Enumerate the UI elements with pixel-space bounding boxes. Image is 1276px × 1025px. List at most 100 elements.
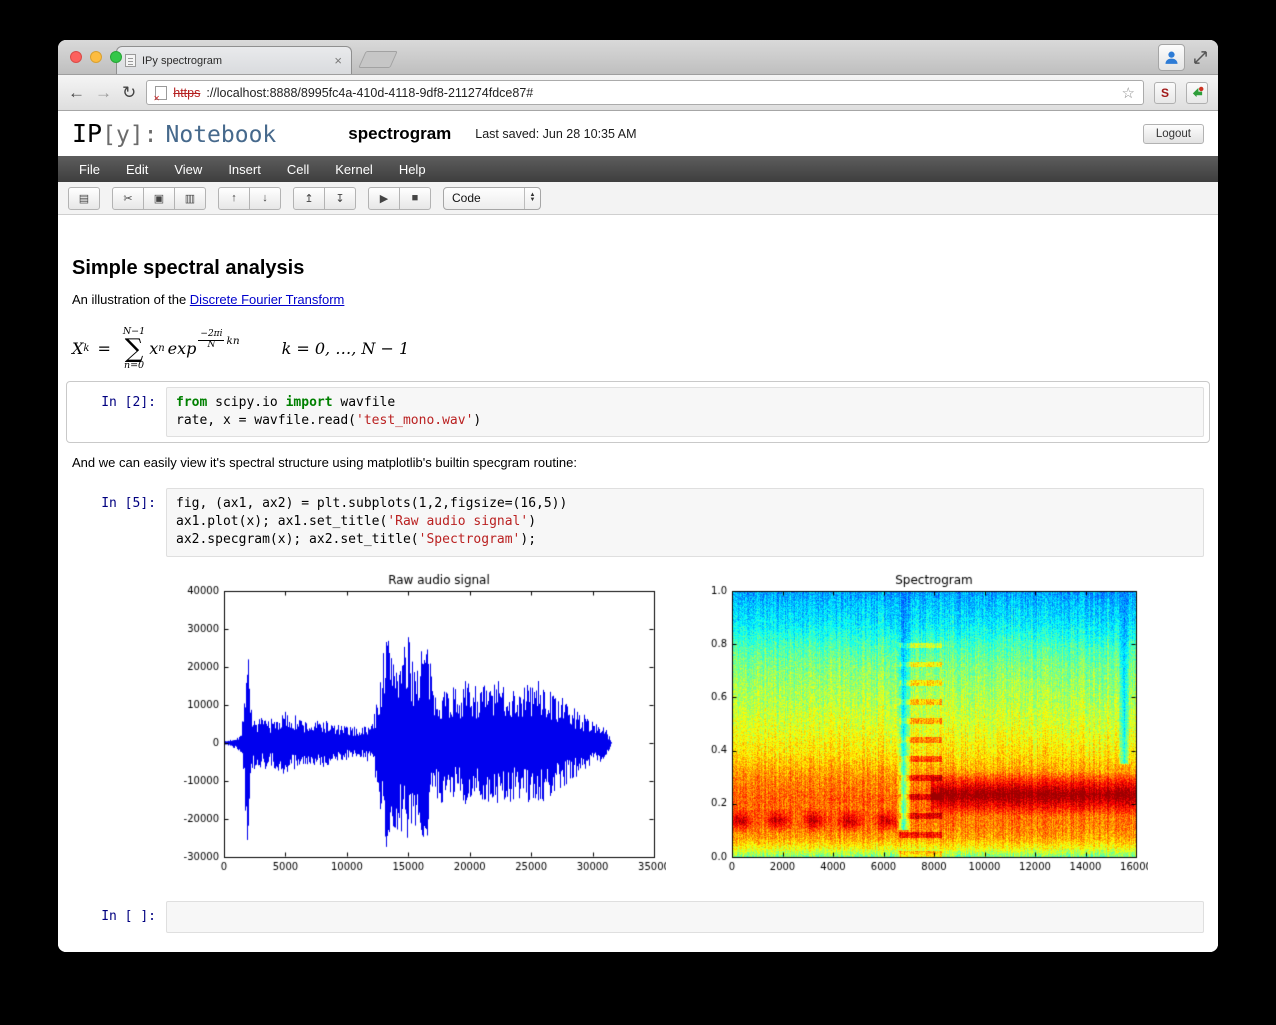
arrow-down-icon: ↓ xyxy=(262,192,268,204)
run-to-bottom-button[interactable]: ↧ xyxy=(324,186,356,210)
formula-kn: kn xyxy=(226,334,240,347)
play-icon: ▶ xyxy=(379,192,389,205)
formula-term-sub: n xyxy=(158,343,165,355)
address-bar[interactable]: https ://localhost:8888/8995fc4a-410d-411… xyxy=(146,80,1144,105)
markdown-heading: Simple spectral analysis xyxy=(72,257,305,279)
empty-code-input[interactable] xyxy=(166,900,1204,933)
bookmark-star-icon[interactable]: ☆ xyxy=(1122,84,1135,102)
formula-range: k = 0, …, N − 1 xyxy=(281,339,410,359)
new-tab-button[interactable] xyxy=(358,51,398,68)
spectrogram-figure xyxy=(696,570,1148,883)
sum-lower-limit: n=0 xyxy=(123,360,145,372)
paragraph-text: An illustration of the xyxy=(72,292,190,307)
browser-tab[interactable]: IPy spectrogram × xyxy=(116,46,352,74)
cut-icon: ✂ xyxy=(123,192,133,205)
screenshot-stage: IPy spectrogram × ← → ↻ ✕ https://local… xyxy=(0,0,1276,1025)
url-scheme: https xyxy=(173,85,201,100)
cell-type-value: Code xyxy=(452,191,481,205)
menu-view[interactable]: View xyxy=(161,162,215,177)
cell-type-select[interactable]: Code ▲ ▼ xyxy=(443,186,541,210)
fraction-denominator: N xyxy=(207,340,216,351)
ipython-logo: IP [y]: Notebook xyxy=(72,119,276,148)
favicon-icon xyxy=(125,54,136,67)
resize-icon[interactable] xyxy=(1193,50,1208,65)
browser-toolbar: ← → ↻ https ://localhost:8888/8995fc4a-41… xyxy=(58,75,1218,111)
logout-button[interactable]: Logout xyxy=(1142,123,1204,144)
input-prompt: In [ ]: xyxy=(101,908,156,924)
formula-exponent: −2πi N kn xyxy=(198,330,240,351)
traffic-lights xyxy=(70,51,122,63)
url-text: ://localhost:8888/8995fc4a-410d-4118-9df… xyxy=(206,85,534,100)
markdown-paragraph-2: And we can easily view it's spectral str… xyxy=(72,455,577,471)
formula-term: x xyxy=(149,339,159,359)
logo-notebook: Notebook xyxy=(165,122,277,148)
menu-edit[interactable]: Edit xyxy=(113,162,161,177)
zoom-button[interactable] xyxy=(110,51,122,63)
extension-s-icon[interactable]: S xyxy=(1154,81,1176,104)
menu-file[interactable]: File xyxy=(66,162,113,177)
select-arrows-icon: ▲ ▼ xyxy=(524,187,540,209)
copy-cell-button[interactable]: ▣ xyxy=(143,186,175,210)
logo-y: [y]: xyxy=(102,122,158,148)
code-input[interactable]: from scipy.io import wavfile rate, x = wa… xyxy=(166,386,1204,438)
extension-misc-icon[interactable] xyxy=(1186,81,1208,104)
input-prompt: In [2]: xyxy=(101,394,156,410)
strip-icons xyxy=(1158,44,1208,71)
notebook-title[interactable]: spectrogram xyxy=(348,124,451,144)
arrow-down-bar-icon: ↧ xyxy=(335,192,345,205)
waveform-plot xyxy=(166,570,666,883)
dft-formula: Xk = N−1 ∑ n=0 xn exp −2πi N kn k = 0, …… xyxy=(72,327,1204,371)
person-icon xyxy=(1165,51,1178,64)
code-input[interactable]: fig, (ax1, ax2) = plt.subplots(1,2,figsi… xyxy=(166,488,1204,557)
menu-help[interactable]: Help xyxy=(386,162,439,177)
insecure-page-icon xyxy=(153,85,168,103)
spectrogram-plot xyxy=(696,570,1148,883)
formula-fraction: −2πi N xyxy=(198,330,225,351)
tab-close-icon[interactable]: × xyxy=(333,54,343,67)
save-icon: ▤ xyxy=(78,192,90,205)
input-prompt: In [5]: xyxy=(101,496,156,512)
notebook-toolbar: ▤ ✂ ▣ ▥ ↑ ↓ ↥ ↧ ▶ ■ Code ▲ ▼ xyxy=(58,182,1218,215)
menu-insert[interactable]: Insert xyxy=(215,162,274,177)
formula-exp: exp xyxy=(167,339,197,359)
reload-button[interactable]: ↻ xyxy=(122,84,136,101)
save-button[interactable]: ▤ xyxy=(68,186,100,210)
paste-cell-button[interactable]: ▥ xyxy=(174,186,206,210)
sigma-icon: ∑ xyxy=(124,333,144,364)
extension-glyph-icon xyxy=(1192,86,1203,98)
paste-icon: ▥ xyxy=(184,192,196,205)
last-saved-text: Last saved: Jun 28 10:35 AM xyxy=(475,126,637,141)
profile-button[interactable] xyxy=(1158,44,1185,71)
stop-icon: ■ xyxy=(411,192,419,204)
notebook-body: Simple spectral analysis An illustration… xyxy=(58,215,1218,952)
menu-cell[interactable]: Cell xyxy=(274,162,322,177)
menu-kernel[interactable]: Kernel xyxy=(322,162,386,177)
notebook-header: IP [y]: Notebook spectrogram Last saved:… xyxy=(58,111,1218,156)
copy-icon: ▣ xyxy=(153,192,165,205)
formula-sub: k xyxy=(83,343,90,355)
run-from-top-button[interactable]: ↥ xyxy=(293,186,325,210)
tab-strip: IPy spectrogram × xyxy=(58,40,1218,75)
cut-cell-button[interactable]: ✂ xyxy=(112,186,144,210)
code-cell-empty: In [ ]: xyxy=(66,895,1210,939)
waveform-figure xyxy=(166,570,666,883)
menu-bar: File Edit View Insert Cell Kernel Help xyxy=(58,156,1218,182)
arrow-up-icon: ↑ xyxy=(231,192,237,204)
browser-window: IPy spectrogram × ← → ↻ ✕ https://local… xyxy=(58,40,1218,952)
close-button[interactable] xyxy=(70,51,82,63)
arrow-up-bar-icon: ↥ xyxy=(304,192,314,205)
minimize-button[interactable] xyxy=(90,51,102,63)
forward-button[interactable]: → xyxy=(95,84,112,101)
summation: N−1 ∑ n=0 xyxy=(123,327,145,371)
run-cell-button[interactable]: ▶ xyxy=(368,186,400,210)
interrupt-kernel-button[interactable]: ■ xyxy=(399,186,431,210)
move-cell-up-button[interactable]: ↑ xyxy=(218,186,250,210)
tab-title: IPy spectrogram xyxy=(142,54,223,67)
dft-link[interactable]: Discrete Fourier Transform xyxy=(190,292,345,307)
back-button[interactable]: ← xyxy=(68,84,85,101)
logo-ip: IP xyxy=(72,119,103,148)
cell-output xyxy=(166,570,1204,883)
move-cell-down-button[interactable]: ↓ xyxy=(249,186,281,210)
formula-equals: = xyxy=(97,339,111,359)
formula-var: X xyxy=(72,339,84,359)
